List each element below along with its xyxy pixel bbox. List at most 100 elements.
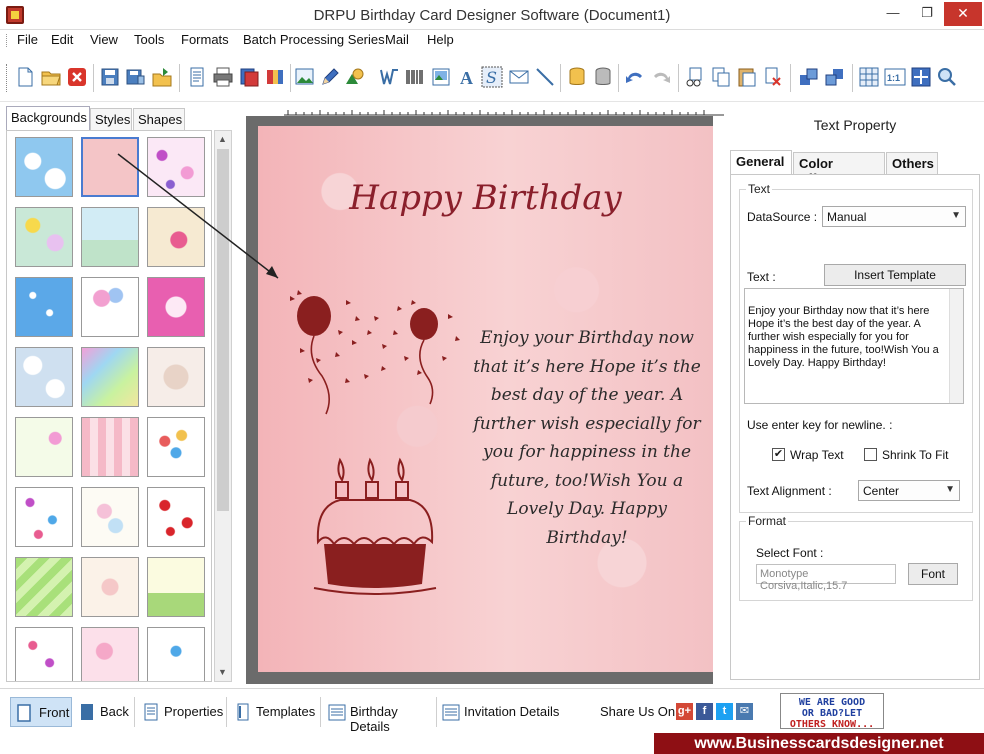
- scroll-up-icon[interactable]: ▲: [218, 134, 227, 144]
- background-thumbnail[interactable]: [81, 347, 139, 407]
- background-thumbnail[interactable]: [15, 557, 73, 617]
- barcode-icon[interactable]: [404, 66, 426, 88]
- card-message-text[interactable]: Enjoy your Birthday now that it’s here H…: [473, 324, 701, 552]
- card-title[interactable]: Happy Birthday: [258, 178, 713, 218]
- scroll-down-icon[interactable]: ▼: [218, 667, 227, 677]
- mail-icon[interactable]: [508, 66, 530, 88]
- zoom-icon[interactable]: [936, 66, 958, 88]
- google-plus-icon[interactable]: g+: [676, 703, 693, 720]
- background-thumbnail[interactable]: [81, 277, 139, 337]
- tab-backgrounds[interactable]: Backgrounds: [6, 106, 90, 130]
- birthday-details-tab[interactable]: Birthday Details: [326, 697, 436, 734]
- back-tab[interactable]: Back: [78, 697, 132, 727]
- background-thumbnail[interactable]: [81, 557, 139, 617]
- properties-tab[interactable]: Properties: [142, 697, 223, 727]
- background-thumbnail[interactable]: [147, 277, 205, 337]
- delete-icon[interactable]: [762, 66, 784, 88]
- actual-size-icon[interactable]: 1:1: [884, 66, 906, 88]
- shrink-to-fit-checkbox[interactable]: [864, 448, 877, 461]
- background-thumbnail[interactable]: [15, 347, 73, 407]
- wrap-text-checkbox[interactable]: ✔: [772, 448, 785, 461]
- menu-batch-processing[interactable]: Batch Processing Series: [243, 32, 385, 47]
- background-thumbnail[interactable]: [15, 277, 73, 337]
- twitter-icon[interactable]: t: [716, 703, 733, 720]
- background-thumbnail[interactable]: [147, 347, 205, 407]
- tab-styles[interactable]: Styles: [90, 108, 132, 130]
- text-tool-icon[interactable]: A: [456, 66, 478, 88]
- pencil-icon[interactable]: [319, 66, 341, 88]
- font-button[interactable]: Font: [908, 563, 958, 585]
- tab-color-effects[interactable]: Color Effects: [793, 152, 885, 186]
- redo-icon[interactable]: [650, 66, 672, 88]
- text-alignment-select[interactable]: Center ▼: [858, 480, 960, 501]
- bring-to-front-icon[interactable]: [798, 66, 820, 88]
- paste-icon[interactable]: [736, 66, 758, 88]
- background-thumbnail[interactable]: [147, 557, 205, 617]
- front-tab[interactable]: Front: [10, 697, 72, 727]
- copy-icon[interactable]: [710, 66, 732, 88]
- save-icon[interactable]: [99, 66, 121, 88]
- minimize-button[interactable]: —: [878, 2, 908, 26]
- cut-icon[interactable]: [684, 66, 706, 88]
- background-thumbnail[interactable]: [147, 487, 205, 547]
- batch-print-icon[interactable]: [264, 66, 286, 88]
- tab-others[interactable]: Others: [886, 152, 938, 174]
- background-thumbnail[interactable]: [81, 417, 139, 477]
- feedback-badge[interactable]: WE ARE GOOD OR BAD?LET OTHERS KNOW...: [780, 693, 884, 730]
- insert-picture-icon[interactable]: [430, 66, 452, 88]
- menu-help[interactable]: Help: [427, 32, 454, 47]
- menu-file[interactable]: File: [17, 32, 38, 47]
- tab-shapes[interactable]: Shapes: [133, 108, 185, 130]
- email-share-icon[interactable]: ✉: [736, 703, 753, 720]
- background-thumbnail[interactable]: [15, 207, 73, 267]
- menu-edit[interactable]: Edit: [51, 32, 73, 47]
- line-tool-icon[interactable]: [534, 66, 556, 88]
- facebook-icon[interactable]: f: [696, 703, 713, 720]
- templates-tab[interactable]: Templates: [234, 697, 315, 727]
- birthday-cake-graphic[interactable]: [310, 452, 440, 602]
- balloons-graphic[interactable]: [286, 286, 476, 426]
- text-input[interactable]: Enjoy your Birthday now that it’s here H…: [744, 288, 964, 404]
- background-thumbnail[interactable]: [15, 487, 73, 547]
- print-icon[interactable]: [212, 66, 234, 88]
- insert-image-icon[interactable]: [294, 66, 316, 88]
- grid-icon[interactable]: [858, 66, 880, 88]
- text-alignment-label: Text Alignment :: [747, 484, 832, 498]
- signature-tool-icon[interactable]: S: [481, 66, 503, 88]
- background-thumbnail[interactable]: [147, 417, 205, 477]
- background-thumbnail[interactable]: [81, 627, 139, 681]
- invitation-details-tab[interactable]: Invitation Details: [440, 697, 560, 727]
- database-settings-icon[interactable]: [592, 66, 614, 88]
- page-setup-icon[interactable]: [186, 66, 208, 88]
- insert-template-button[interactable]: Insert Template: [824, 264, 966, 286]
- undo-icon[interactable]: [624, 66, 646, 88]
- export-icon[interactable]: [151, 66, 173, 88]
- send-to-back-icon[interactable]: [824, 66, 846, 88]
- shapes-icon[interactable]: [344, 66, 366, 88]
- open-folder-icon[interactable]: [40, 66, 62, 88]
- datasource-select[interactable]: Manual ▼: [822, 206, 966, 227]
- background-thumbnail[interactable]: [15, 137, 73, 197]
- website-url-banner[interactable]: www.Businesscardsdesigner.net: [654, 733, 984, 754]
- birthday-card[interactable]: Happy Birthday Enjoy your Birthday now t…: [258, 126, 713, 672]
- tab-general[interactable]: General: [730, 150, 792, 174]
- close-document-icon[interactable]: [66, 66, 88, 88]
- watermark-icon[interactable]: [378, 66, 400, 88]
- save-as-icon[interactable]: [125, 66, 147, 88]
- background-thumbnail[interactable]: [15, 627, 73, 681]
- menu-formats[interactable]: Formats: [181, 32, 229, 47]
- menu-mail[interactable]: Mail: [385, 32, 409, 47]
- background-thumbnail[interactable]: [81, 487, 139, 547]
- print-preview-icon[interactable]: [238, 66, 260, 88]
- database-icon[interactable]: [566, 66, 588, 88]
- new-document-icon[interactable]: [14, 66, 36, 88]
- textarea-scrollbar[interactable]: [949, 289, 963, 403]
- maximize-button[interactable]: ❐: [912, 2, 942, 26]
- menu-tools[interactable]: Tools: [134, 32, 164, 47]
- bottom-separator: [436, 697, 437, 727]
- background-thumbnail[interactable]: [147, 627, 205, 681]
- fit-to-window-icon[interactable]: [910, 66, 932, 88]
- menu-view[interactable]: View: [90, 32, 118, 47]
- close-button[interactable]: ✕: [944, 2, 982, 26]
- background-thumbnail[interactable]: [15, 417, 73, 477]
